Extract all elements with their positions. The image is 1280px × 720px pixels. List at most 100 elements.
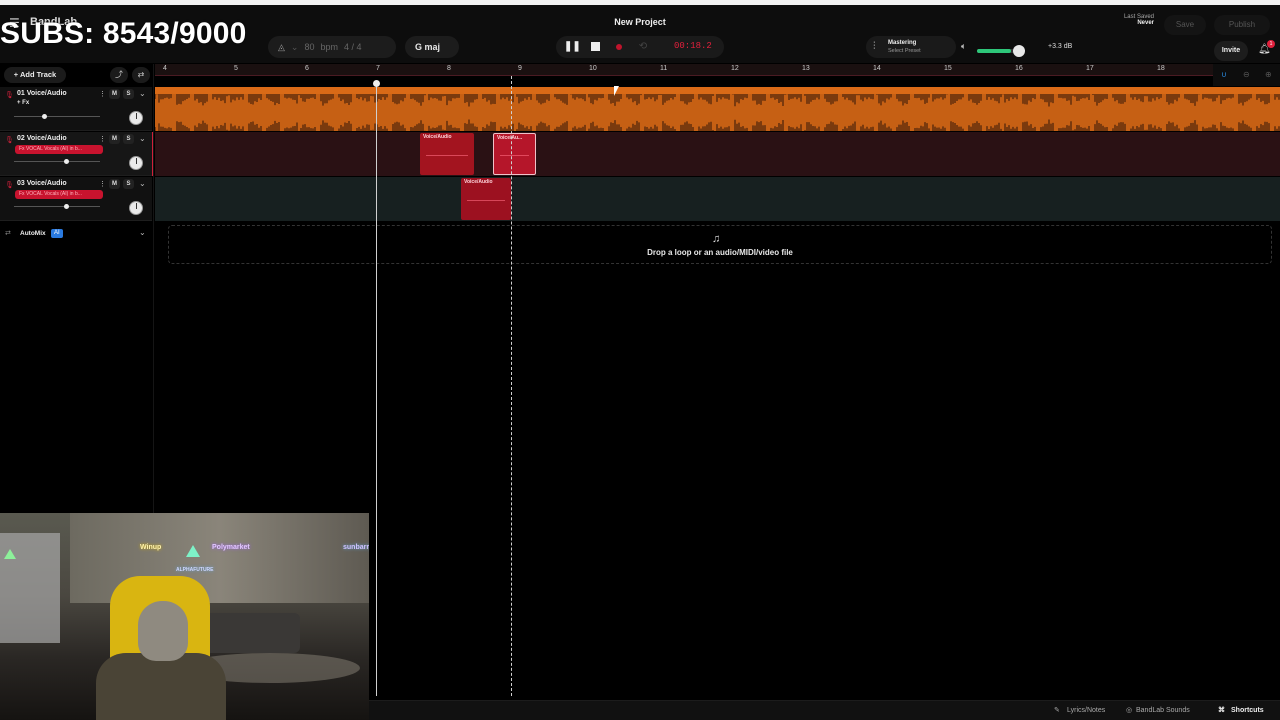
ruler-bar-number: 18 bbox=[1157, 65, 1165, 72]
lyrics-notes-button[interactable]: Lyrics/Notes bbox=[1067, 705, 1105, 717]
track-volume-knob[interactable] bbox=[63, 159, 69, 164]
ruler-bar-number: 4 bbox=[163, 65, 167, 72]
ruler-bar-number: 12 bbox=[731, 65, 739, 72]
more-icon[interactable]: ⋮ bbox=[99, 135, 106, 143]
ruler-bar-number: 15 bbox=[944, 65, 952, 72]
clip-label: Voice/Audio bbox=[423, 134, 452, 140]
track-name[interactable]: 03 Voice/Audio bbox=[17, 180, 67, 187]
automix-row[interactable]: ⇄ AutoMix AI ⌄ bbox=[0, 226, 152, 242]
metronome-icon[interactable]: ◬ bbox=[278, 42, 285, 53]
record-icon[interactable] bbox=[612, 40, 626, 54]
solo-button[interactable]: S bbox=[123, 89, 134, 99]
chevron-down-icon[interactable]: ⌄ bbox=[139, 134, 146, 143]
tempo-unit: bpm bbox=[320, 42, 338, 52]
mute-button[interactable]: M bbox=[109, 179, 120, 189]
microphone-icon[interactable]: 🎙︎ bbox=[5, 136, 14, 144]
microphone-icon[interactable]: 🎙︎ bbox=[5, 181, 14, 189]
clip-label: Voice/Audio bbox=[464, 179, 493, 185]
publish-button[interactable]: Publish bbox=[1214, 15, 1270, 35]
key-control[interactable]: G maj bbox=[405, 36, 459, 58]
bandlab-sounds-button[interactable]: BandLab Sounds bbox=[1136, 705, 1190, 717]
speaker-icon[interactable]: 🔈︎ bbox=[961, 41, 966, 52]
track-header-2[interactable]: 🎙︎ 02 Voice/Audio ⋮ M S ⌄ Fx VOCAL Vocal… bbox=[0, 132, 154, 176]
save-button[interactable]: Save bbox=[1164, 15, 1206, 35]
playhead[interactable] bbox=[511, 76, 512, 696]
triangle-logo bbox=[186, 545, 200, 557]
zoom-out-icon[interactable]: ⊖ bbox=[1243, 70, 1250, 79]
volume-knob[interactable] bbox=[1013, 45, 1025, 57]
ruler-bar-number: 17 bbox=[1086, 65, 1094, 72]
streamer-head bbox=[138, 601, 188, 661]
track-lane-1[interactable] bbox=[155, 87, 1280, 131]
track-volume-fader[interactable] bbox=[14, 161, 100, 162]
bottom-bar: ✎ Lyrics/Notes ◎ BandLab Sounds ⌘ Shortc… bbox=[369, 700, 1280, 720]
last-saved: Last Saved Never bbox=[1110, 14, 1154, 26]
mastering-icon: ⫶ bbox=[873, 41, 876, 52]
track-header-1[interactable]: 🎙︎ 01 Voice/Audio ⋮ M S ⌄ + Fx bbox=[0, 87, 152, 131]
time-signature[interactable]: 4 / 4 bbox=[344, 42, 362, 52]
chevron-down-icon[interactable]: ⌄ bbox=[139, 89, 146, 98]
pan-knob[interactable] bbox=[129, 111, 143, 125]
track-name[interactable]: 02 Voice/Audio bbox=[17, 135, 67, 142]
audio-region[interactable] bbox=[155, 87, 1280, 131]
tempo-value[interactable]: 80 bbox=[304, 42, 314, 52]
fx-preset-chip[interactable]: Fx VOCAL Vocals (AI) in b... bbox=[15, 145, 103, 154]
track-volume-fader[interactable] bbox=[14, 206, 100, 207]
ruler-bar-number: 6 bbox=[305, 65, 309, 72]
chevron-down-icon[interactable]: ⌄ bbox=[139, 179, 146, 188]
microphone-icon[interactable]: 🎙︎ bbox=[5, 91, 14, 99]
pause-icon[interactable]: ❚❚ bbox=[564, 40, 581, 54]
track-settings-icon[interactable]: ⇄ bbox=[132, 67, 150, 83]
mastering-button[interactable]: ⫶ Mastering Select Preset bbox=[866, 36, 956, 58]
pencil-icon[interactable]: ✎ bbox=[1054, 705, 1060, 717]
sounds-icon[interactable]: ◎ bbox=[1126, 705, 1132, 717]
pan-knob[interactable] bbox=[129, 201, 143, 215]
track-lane-3[interactable]: Voice/Audio bbox=[155, 177, 1280, 221]
track-volume-fader[interactable] bbox=[14, 116, 100, 117]
neon-sign: ALPHAFUTURE bbox=[176, 567, 214, 573]
ai-badge: AI bbox=[51, 229, 63, 238]
fx-preset-chip[interactable]: Fx VOCAL Vocals (AI) in b... bbox=[15, 190, 103, 199]
track-volume-knob[interactable] bbox=[42, 114, 48, 119]
neon-sign: Polymarket bbox=[212, 544, 250, 551]
waveform bbox=[155, 89, 1280, 131]
loop-icon[interactable]: ⟲ bbox=[636, 40, 650, 54]
clip-waveform bbox=[426, 154, 468, 156]
automation-icon: ⇄ bbox=[5, 230, 11, 237]
track-header-3[interactable]: 🎙︎ 03 Voice/Audio ⋮ M S ⌄ Fx VOCAL Vocal… bbox=[0, 177, 152, 221]
mute-button[interactable]: M bbox=[109, 89, 120, 99]
shortcuts-icon[interactable]: ⌘ bbox=[1218, 705, 1225, 717]
add-track-button[interactable]: + Add Track bbox=[4, 67, 66, 83]
notification-badge: 1 bbox=[1267, 40, 1275, 48]
timeline-tools: ∪ ⊖ ⊕ bbox=[1213, 64, 1280, 86]
solo-button[interactable]: S bbox=[123, 134, 134, 144]
edit-cursor[interactable] bbox=[376, 84, 377, 696]
triangle-logo bbox=[4, 549, 16, 559]
stop-icon[interactable] bbox=[588, 40, 602, 54]
track-name[interactable]: 01 Voice/Audio bbox=[17, 90, 67, 97]
audio-clip-selected[interactable]: Voice/Au... bbox=[493, 133, 536, 175]
track-lane-2[interactable]: Voice/Audio Voice/Au... bbox=[155, 132, 1280, 176]
audio-clip[interactable]: Voice/Audio bbox=[420, 133, 474, 175]
invite-button[interactable]: Invite bbox=[1214, 41, 1248, 61]
tempo-control[interactable]: ◬ ⌄ 80 bpm 4 / 4 bbox=[268, 36, 396, 58]
solo-button[interactable]: S bbox=[123, 179, 134, 189]
magnet-icon[interactable]: ∪ bbox=[1221, 70, 1227, 79]
track-volume-knob[interactable] bbox=[63, 204, 69, 209]
mute-button[interactable]: M bbox=[109, 134, 120, 144]
mouse-pointer bbox=[614, 86, 619, 96]
automation-toggle-icon[interactable]: ⤴ bbox=[110, 67, 128, 83]
cursor-handle[interactable] bbox=[373, 80, 380, 87]
more-icon[interactable]: ⋮ bbox=[99, 90, 106, 98]
project-title[interactable]: New Project bbox=[590, 17, 690, 27]
pan-knob[interactable] bbox=[129, 156, 143, 170]
more-icon[interactable]: ⋮ bbox=[99, 180, 106, 188]
audio-clip[interactable]: Voice/Audio bbox=[461, 178, 511, 220]
zoom-in-icon[interactable]: ⊕ bbox=[1265, 70, 1272, 79]
ruler-bar-number: 11 bbox=[660, 65, 668, 72]
shortcuts-button[interactable]: Shortcuts bbox=[1231, 705, 1264, 717]
fx-button[interactable]: + Fx bbox=[17, 100, 29, 106]
clip-waveform bbox=[467, 199, 505, 201]
timeline-ruler[interactable]: 4 5 6 7 8 9 10 11 12 13 14 15 16 17 18 bbox=[155, 64, 1213, 76]
chevron-down-icon[interactable]: ⌄ bbox=[139, 228, 146, 237]
